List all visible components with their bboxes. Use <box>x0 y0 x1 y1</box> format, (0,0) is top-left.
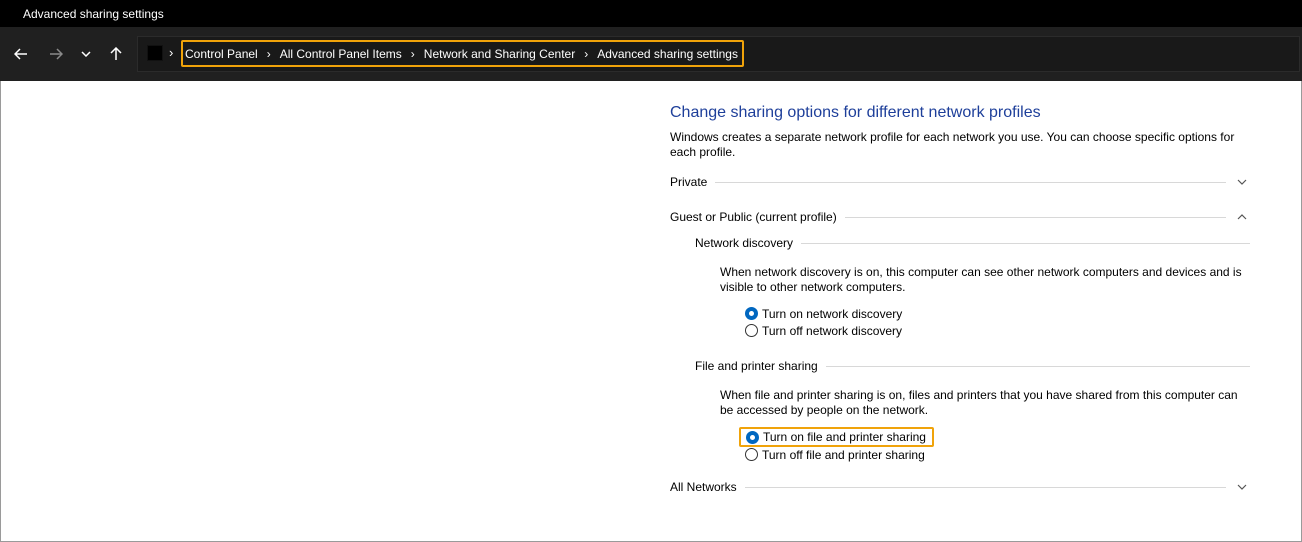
page-description: Windows creates a separate network profi… <box>670 130 1235 159</box>
radio-selected-icon[interactable] <box>746 430 759 444</box>
radio-label[interactable]: Turn off network discovery <box>762 324 902 338</box>
file-sharing-description: When file and printer sharing is on, fil… <box>720 388 1238 417</box>
profile-all-networks-header[interactable]: All Networks <box>670 479 1247 495</box>
address-bar[interactable]: › Control Panel › All Control Panel Item… <box>137 36 1300 72</box>
arrow-up-icon <box>110 47 122 60</box>
breadcrumb-network-center[interactable]: Network and Sharing Center <box>424 47 575 61</box>
radio-selected-icon[interactable] <box>745 307 758 320</box>
profile-private-label: Private <box>670 175 708 189</box>
network-discovery-description: When network discovery is on, this compu… <box>720 265 1242 294</box>
chevron-right-icon[interactable]: › <box>267 47 271 61</box>
file-sharing-header: File and printer sharing <box>695 358 1250 374</box>
chevron-down-icon[interactable] <box>1236 481 1248 493</box>
breadcrumb-all-items[interactable]: All Control Panel Items <box>280 47 402 61</box>
divider <box>825 365 1250 367</box>
radio-file-sharing-on[interactable]: Turn on file and printer sharing <box>739 427 934 447</box>
radio-unselected-icon[interactable] <box>745 324 758 337</box>
profile-guest-header[interactable]: Guest or Public (current profile) <box>670 209 1247 225</box>
breadcrumb-control-panel[interactable]: Control Panel <box>185 47 258 61</box>
divider <box>801 242 1250 244</box>
radio-network-discovery-on[interactable]: Turn on network discovery <box>745 305 902 322</box>
profile-private-header[interactable]: Private <box>670 174 1247 190</box>
navigation-bar: › Control Panel › All Control Panel Item… <box>0 27 1302 81</box>
radio-network-discovery-off[interactable]: Turn off network discovery <box>745 322 902 339</box>
forward-button[interactable] <box>43 41 69 67</box>
chevron-down-icon <box>81 51 91 57</box>
back-button[interactable] <box>8 41 34 67</box>
chevron-up-icon[interactable] <box>1236 211 1248 223</box>
arrow-left-icon <box>14 48 27 60</box>
network-discovery-label: Network discovery <box>695 236 794 250</box>
divider <box>715 181 1226 183</box>
chevron-right-icon[interactable]: › <box>584 47 588 61</box>
title-bar: Advanced sharing settings <box>0 0 1302 27</box>
chevron-down-icon[interactable] <box>1236 176 1248 188</box>
window-title: Advanced sharing settings <box>23 7 164 21</box>
radio-unselected-icon[interactable] <box>745 448 758 461</box>
breadcrumb-advanced-sharing[interactable]: Advanced sharing settings <box>597 47 738 61</box>
radio-label[interactable]: Turn off file and printer sharing <box>762 448 925 462</box>
divider <box>744 486 1226 488</box>
control-panel-icon <box>147 45 163 61</box>
divider <box>844 216 1226 218</box>
recent-locations-button[interactable] <box>73 41 99 67</box>
radio-file-sharing-off[interactable]: Turn off file and printer sharing <box>745 446 925 463</box>
up-button[interactable] <box>103 41 129 67</box>
chevron-right-icon[interactable]: › <box>169 45 173 60</box>
page-title: Change sharing options for different net… <box>670 104 1041 121</box>
network-discovery-header: Network discovery <box>695 235 1250 251</box>
breadcrumb: Control Panel › All Control Panel Items … <box>181 40 744 67</box>
profile-all-networks-label: All Networks <box>670 480 737 494</box>
radio-label[interactable]: Turn on file and printer sharing <box>763 430 926 444</box>
radio-label[interactable]: Turn on network discovery <box>762 307 902 321</box>
arrow-right-icon <box>50 48 63 60</box>
file-sharing-label: File and printer sharing <box>695 359 818 373</box>
profile-guest-label: Guest or Public (current profile) <box>670 210 837 224</box>
chevron-right-icon[interactable]: › <box>411 47 415 61</box>
